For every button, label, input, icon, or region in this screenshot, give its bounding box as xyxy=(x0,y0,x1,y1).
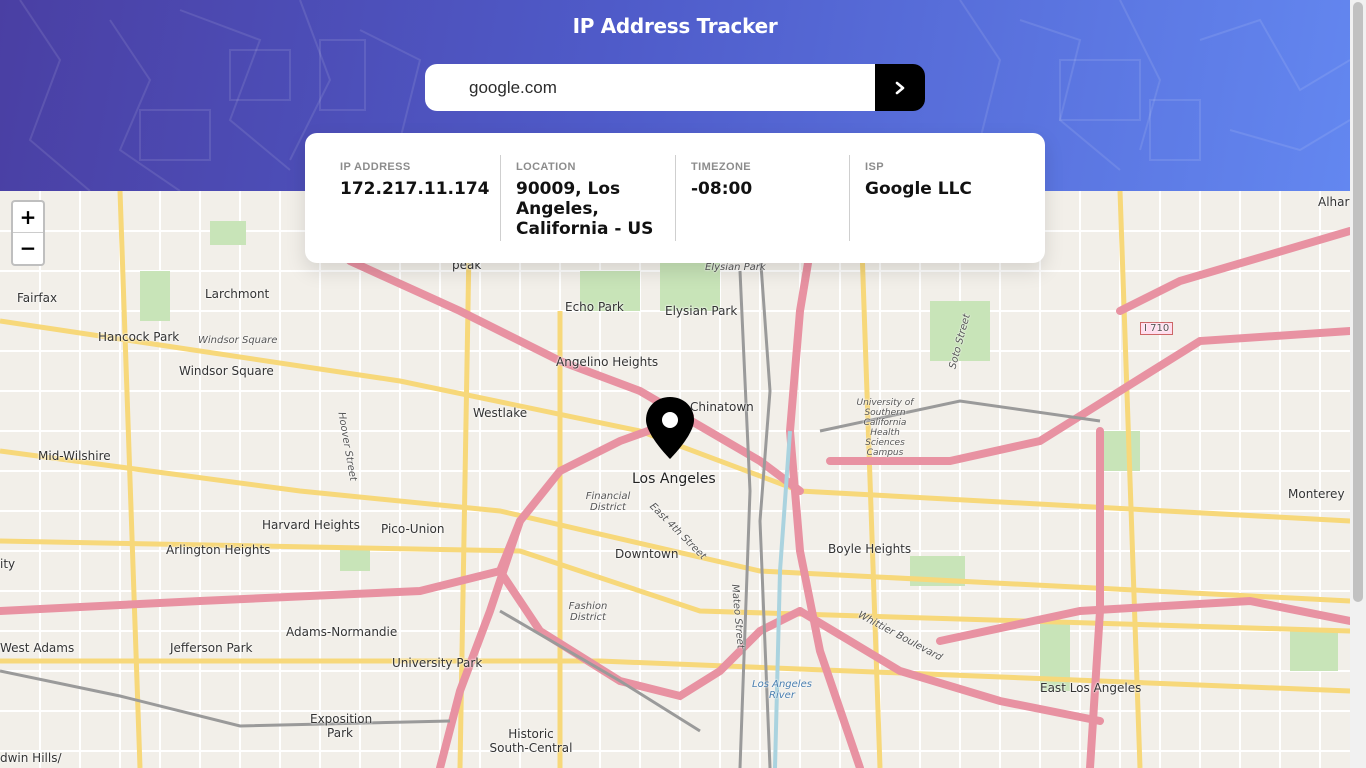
map-label-arlington-heights: Arlington Heights xyxy=(166,543,271,557)
map-label-westlake: Westlake xyxy=(473,406,528,420)
ip-address-section: IP ADDRESS 172.217.11.174 xyxy=(340,161,490,199)
map-label-larchmont: Larchmont xyxy=(205,287,270,301)
map-label-los-angeles: Los Angeles xyxy=(632,471,716,487)
map-label-ity: ity xyxy=(0,557,16,571)
location-pin-icon[interactable] xyxy=(644,395,696,461)
map-label-boyle-heights: Boyle Heights xyxy=(828,542,912,556)
map-label-harvard-heights: Harvard Heights xyxy=(262,518,360,532)
map-label-angelino-heights: Angelino Heights xyxy=(556,355,659,369)
ip-address-label: IP ADDRESS xyxy=(340,161,411,173)
timezone-label: TIMEZONE xyxy=(691,161,752,173)
map-label-pico-union: Pico-Union xyxy=(381,522,445,536)
zoom-in-button[interactable]: + xyxy=(13,202,43,233)
map-label-chinatown: Chinatown xyxy=(690,400,754,414)
map-label-windsor-square-small: Windsor Square xyxy=(198,335,278,346)
map-label-monterey: Monterey xyxy=(1288,487,1345,501)
map-label-west-adams: West Adams xyxy=(0,641,75,655)
divider xyxy=(849,155,850,241)
map-label-mid-wilshire: Mid-Wilshire xyxy=(38,449,111,463)
page-scrollbar[interactable] xyxy=(1350,0,1366,768)
map-label-elysian-park: Elysian Park xyxy=(665,304,738,318)
map-label-financial-district: Financial District xyxy=(585,491,631,513)
zoom-control: + − xyxy=(11,200,45,266)
divider xyxy=(675,155,676,241)
map-label-university-park: University Park xyxy=(392,656,483,670)
map-label-jefferson-park: Jefferson Park xyxy=(170,641,253,655)
isp-value: Google LLC xyxy=(865,179,972,199)
map-label-alhambra: Alhar xyxy=(1318,195,1350,209)
divider xyxy=(500,155,501,241)
map-label-downtown: Downtown xyxy=(615,547,679,561)
search-submit-button[interactable] xyxy=(875,64,925,111)
location-value: 90009, Los Angeles, California - US xyxy=(516,179,654,239)
map-label-baldwin-hills: dwin Hills/ xyxy=(0,751,62,765)
ip-address-value: 172.217.11.174 xyxy=(340,179,490,199)
map-label-elysian-park-small: Elysian Park xyxy=(705,262,766,273)
map-label-adams-normandie: Adams-Normandie xyxy=(286,625,398,639)
map-label-historic-south-central: Historic South-Central xyxy=(489,727,573,755)
map-label-exposition-park: Exposition Park xyxy=(310,712,373,740)
map-label-usc-health: University of Southern California Health… xyxy=(856,398,914,458)
map-label-echo-park: Echo Park xyxy=(565,300,624,314)
scrollbar-thumb[interactable] xyxy=(1353,2,1363,602)
map-label-fashion-district: Fashion District xyxy=(568,601,608,623)
timezone-section: TIMEZONE -08:00 xyxy=(691,161,841,199)
search-bar xyxy=(425,64,925,111)
map-label-east-los-angeles: East Los Angeles xyxy=(1040,681,1142,695)
map-label-hancock-park: Hancock Park xyxy=(98,330,180,344)
isp-section: ISP Google LLC xyxy=(865,161,1025,199)
isp-label: ISP xyxy=(865,161,884,173)
location-section: LOCATION 90009, Los Angeles, California … xyxy=(516,161,666,239)
search-input[interactable] xyxy=(425,64,875,111)
timezone-value: -08:00 xyxy=(691,179,753,199)
chevron-right-icon xyxy=(895,81,905,94)
location-label: LOCATION xyxy=(516,161,576,173)
map-view[interactable]: Fairfax Larchmont Hancock Park Windsor S… xyxy=(0,191,1350,768)
map-label-i710: I 710 xyxy=(1140,322,1174,335)
map-label-fairfax: Fairfax xyxy=(17,291,58,305)
page-title: IP Address Tracker xyxy=(572,14,778,38)
info-card: IP ADDRESS 172.217.11.174 LOCATION 90009… xyxy=(305,133,1045,263)
zoom-out-button[interactable]: − xyxy=(13,233,43,263)
map-label-los-angeles-river: Los Angeles River xyxy=(752,679,812,701)
map-label-windsor-square: Windsor Square xyxy=(179,364,274,378)
